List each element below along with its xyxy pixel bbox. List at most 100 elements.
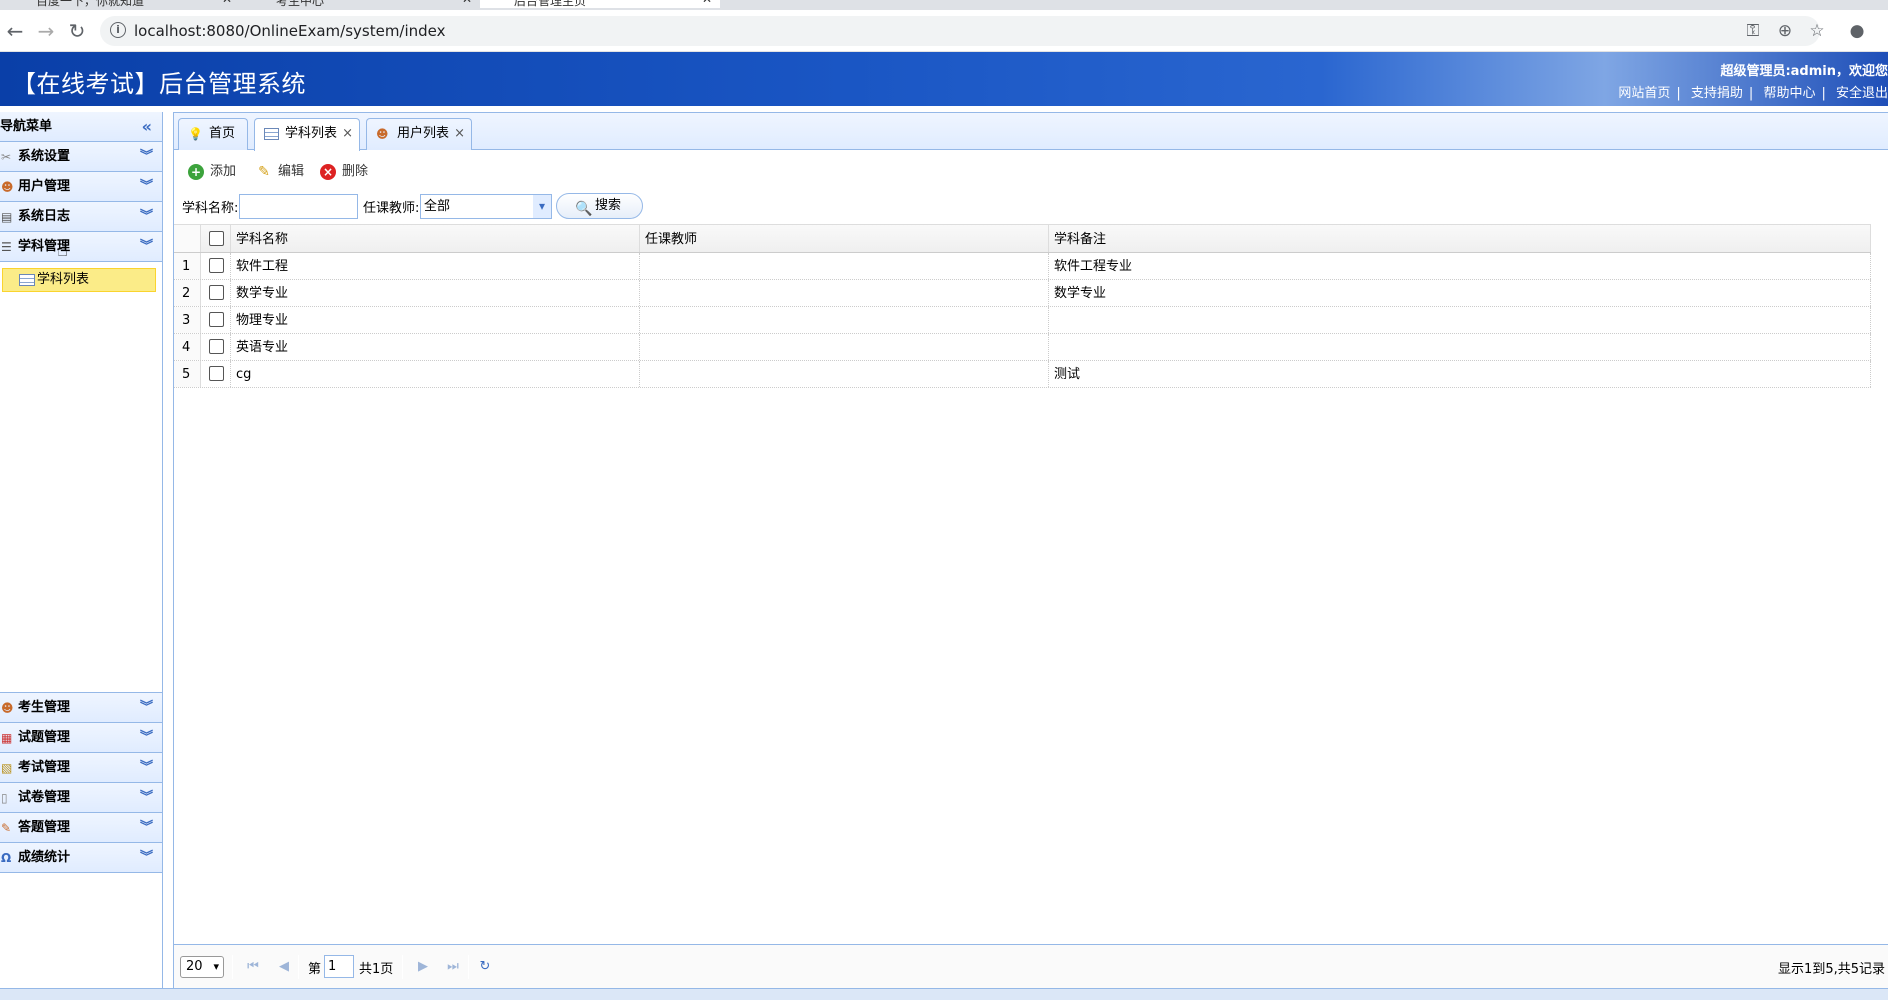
- close-icon[interactable]: ✕: [702, 0, 712, 6]
- mouse-cursor-icon: ☝: [57, 240, 68, 261]
- close-icon[interactable]: ✕: [462, 0, 472, 6]
- chevron-down-icon[interactable]: ︾: [140, 693, 153, 723]
- close-icon[interactable]: ×: [342, 119, 353, 149]
- table-row[interactable]: 2 数学专业 数学专业: [174, 280, 1871, 307]
- table-row[interactable]: 3 物理专业: [174, 307, 1871, 334]
- cell-teacher: [640, 280, 1049, 306]
- nav-section-question-management[interactable]: ▦ 试题管理 ︾: [0, 723, 162, 753]
- nav-section-system-settings[interactable]: ✂ 系统设置 ︾: [0, 142, 162, 172]
- url-text[interactable]: localhost:8080/OnlineExam/system/index: [134, 22, 446, 40]
- browser-tab-active[interactable]: 后台管理主页 ✕: [480, 0, 720, 8]
- table-row[interactable]: 4 英语专业: [174, 334, 1871, 361]
- row-checkbox[interactable]: [209, 257, 224, 273]
- column-header-name[interactable]: 学科名称: [231, 225, 640, 252]
- chevron-down-icon[interactable]: ︾: [140, 202, 153, 232]
- cell-note: [1049, 334, 1871, 360]
- tab-subject-list[interactable]: 学科列表 ×: [254, 118, 360, 151]
- teacher-label: 任课教师:: [363, 201, 420, 216]
- chevron-down-icon[interactable]: ︾: [140, 753, 153, 783]
- browser-tab-label: 考生中心: [276, 0, 325, 8]
- delete-button[interactable]: × 删除: [320, 159, 368, 185]
- link-help[interactable]: 帮助中心: [1763, 86, 1815, 101]
- chevron-down-icon[interactable]: ︾: [140, 172, 153, 202]
- nav-section-score-statistics[interactable]: Ω 成绩统计 ︾: [0, 843, 162, 873]
- chevron-down-icon: ▾: [213, 960, 219, 973]
- refresh-icon[interactable]: ↻: [476, 956, 494, 978]
- subject-name-label: 学科名称:: [182, 201, 239, 216]
- nav-item-subject-list[interactable]: 学科列表: [2, 268, 156, 292]
- nav-section-subject-management[interactable]: ☰ 学科管理 ︾: [0, 232, 162, 262]
- close-icon[interactable]: ✕: [222, 0, 232, 6]
- tab-label: 用户列表: [397, 126, 450, 141]
- browser-tab[interactable]: 考生中心 ✕: [250, 0, 480, 8]
- page-size-select[interactable]: 20 ▾: [180, 956, 224, 978]
- reload-icon[interactable]: ↻: [64, 18, 90, 44]
- nav-section-label: 成绩统计: [18, 850, 71, 865]
- link-donate[interactable]: 支持捐助: [1691, 86, 1743, 101]
- zoom-icon[interactable]: ⊕: [1774, 20, 1796, 42]
- row-checkbox[interactable]: [209, 311, 224, 327]
- back-icon[interactable]: ←: [2, 18, 28, 44]
- table-body: 1 软件工程 软件工程专业 2 数学专业 数学专业 3 物理专业 4 英语专业 5 cg 测试: [174, 253, 1871, 388]
- profile-icon[interactable]: ●: [1846, 20, 1868, 42]
- row-number: 1: [174, 253, 201, 279]
- nav-section-paper-management[interactable]: ▯ 试卷管理 ︾: [0, 783, 162, 813]
- address-bar[interactable]: i localhost:8080/OnlineExam/system/index: [100, 16, 1820, 46]
- link-home[interactable]: 网站首页: [1618, 86, 1670, 101]
- chevron-down-icon[interactable]: ︾: [140, 813, 153, 843]
- tab-label: 学科列表: [285, 126, 338, 141]
- last-page-icon[interactable]: ⏭: [444, 956, 462, 978]
- chevron-down-icon[interactable]: ▾: [533, 195, 551, 218]
- tools-icon: ✂: [1, 150, 12, 164]
- nav-section-label: 试题管理: [18, 730, 71, 745]
- select-all-checkbox[interactable]: [209, 230, 224, 246]
- next-page-icon[interactable]: ▶: [414, 956, 432, 978]
- tab-home[interactable]: 💡 首页: [178, 118, 248, 150]
- page-prefix: 第: [308, 962, 322, 977]
- chevron-down-icon[interactable]: ︾: [140, 783, 153, 813]
- edit-button[interactable]: ✎ 编辑: [256, 159, 304, 185]
- nav-section-student-management[interactable]: ☻ 考生管理 ︾: [0, 693, 162, 723]
- cell-subject-name: cg: [231, 361, 640, 387]
- browser-tab[interactable]: 百度一下，你就知道 ✕: [10, 0, 240, 8]
- star-icon[interactable]: ☆: [1806, 20, 1828, 42]
- tab-user-list[interactable]: ☻ 用户列表 ×: [366, 118, 472, 150]
- column-header-note[interactable]: 学科备注: [1049, 225, 1871, 252]
- cell-note: [1049, 307, 1871, 333]
- table-icon: [19, 274, 35, 286]
- chevron-up-icon[interactable]: ︾: [140, 232, 153, 262]
- row-checkbox[interactable]: [209, 284, 224, 300]
- cell-subject-name: 数学专业: [231, 280, 640, 306]
- chevron-down-icon[interactable]: ︾: [140, 843, 153, 873]
- chevron-down-icon[interactable]: ︾: [140, 723, 153, 753]
- key-icon[interactable]: ⚿: [1742, 20, 1764, 42]
- table-row[interactable]: 5 cg 测试: [174, 361, 1871, 388]
- table-row[interactable]: 1 软件工程 软件工程专业: [174, 253, 1871, 280]
- first-page-icon[interactable]: ⏮: [244, 956, 262, 978]
- info-icon[interactable]: i: [110, 22, 126, 38]
- page-number-input[interactable]: 1: [324, 955, 354, 978]
- add-label: 添加: [210, 164, 237, 179]
- close-icon[interactable]: ×: [454, 119, 465, 149]
- collapse-left-icon[interactable]: «: [142, 112, 152, 142]
- nav-title: 导航菜单: [0, 119, 53, 134]
- teacher-select[interactable]: 全部 ▾: [420, 194, 552, 219]
- cell-note: 数学专业: [1049, 280, 1871, 306]
- forward-icon[interactable]: →: [33, 18, 59, 44]
- nav-section-exam-management[interactable]: ▧ 考试管理 ︾: [0, 753, 162, 783]
- row-checkbox[interactable]: [209, 365, 224, 381]
- nav-section-system-log[interactable]: ▤ 系统日志 ︾: [0, 202, 162, 232]
- main-panel: 💡 首页 学科列表 × ☻ 用户列表 × + 添加 ✎ 编辑 × 删除 学科名称…: [173, 112, 1888, 988]
- subject-name-input[interactable]: [239, 194, 358, 219]
- nav-section-answer-management[interactable]: ✎ 答题管理 ︾: [0, 813, 162, 843]
- prev-page-icon[interactable]: ◀: [275, 956, 293, 978]
- cell-teacher: [640, 307, 1049, 333]
- nav-section-user-management[interactable]: ☻ 用户管理 ︾: [0, 172, 162, 202]
- search-icon: 🔍: [575, 201, 593, 217]
- link-logout[interactable]: 安全退出: [1836, 86, 1888, 101]
- search-button[interactable]: 🔍 搜索: [556, 193, 643, 219]
- column-header-teacher[interactable]: 任课教师: [640, 225, 1049, 252]
- row-checkbox[interactable]: [209, 338, 224, 354]
- add-button[interactable]: + 添加: [188, 159, 236, 185]
- chevron-down-icon[interactable]: ︾: [140, 142, 153, 172]
